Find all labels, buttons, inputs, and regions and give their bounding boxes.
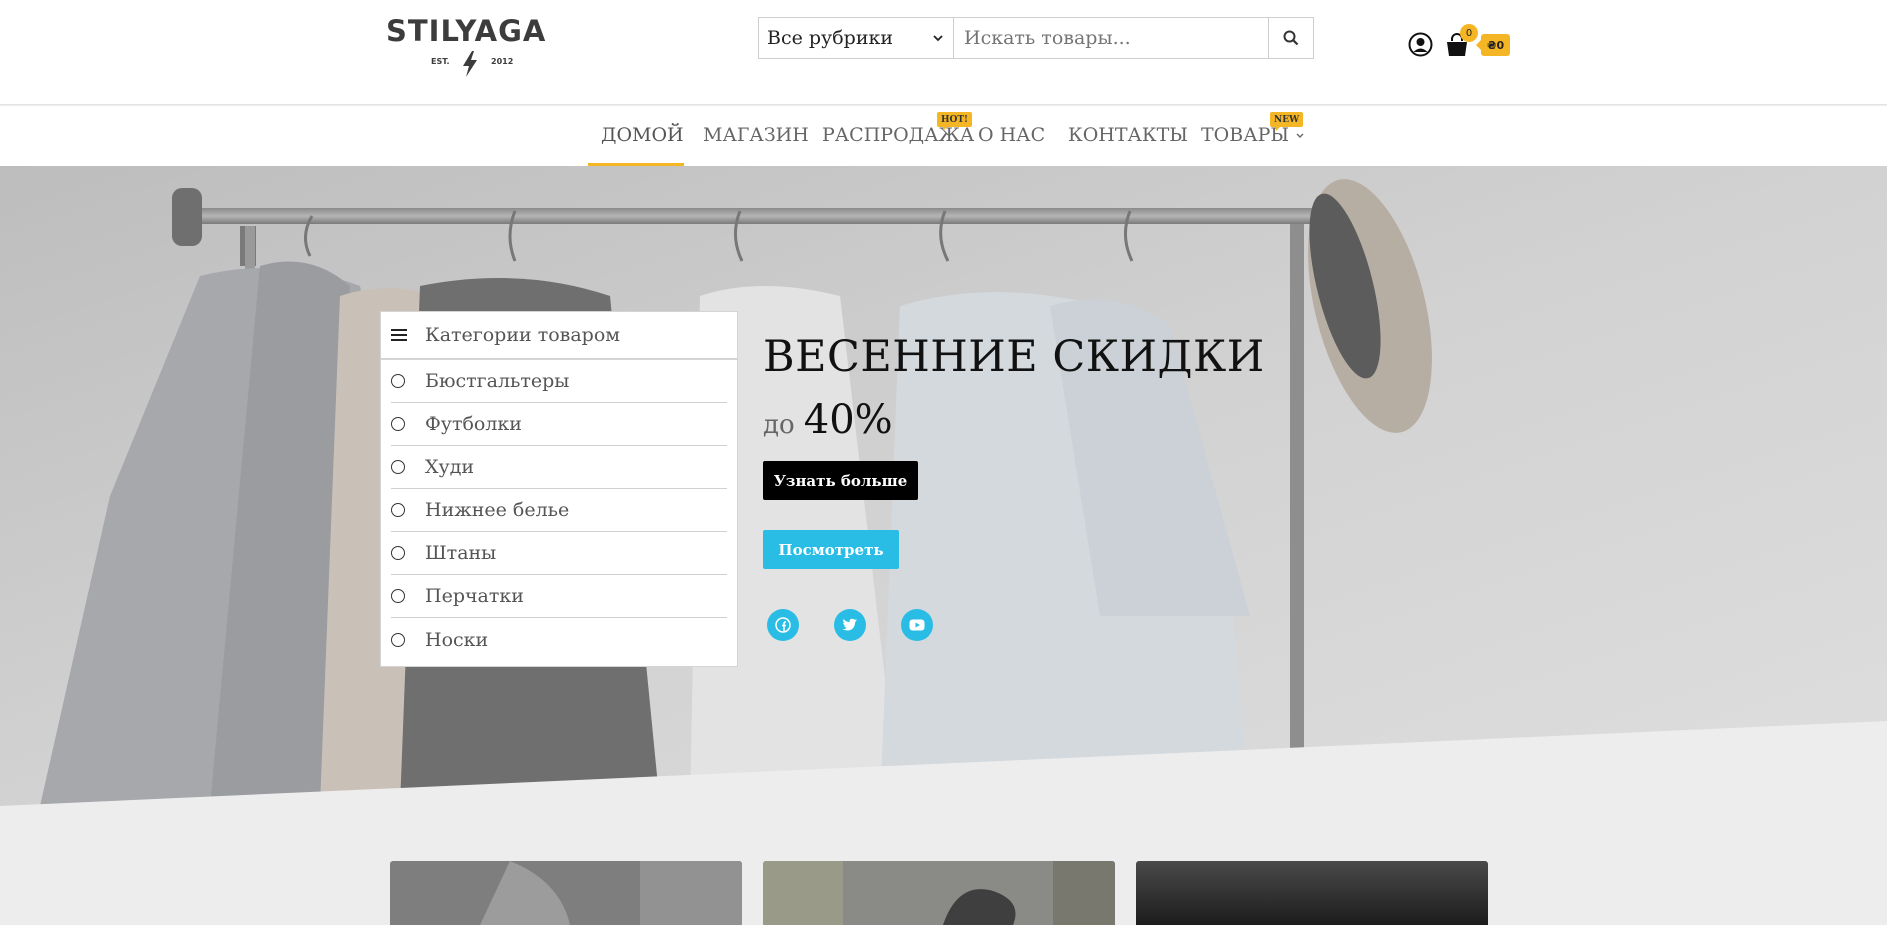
category-label: Худи xyxy=(425,456,475,478)
account-icon[interactable] xyxy=(1408,32,1433,57)
cart-total[interactable]: ₴0 xyxy=(1475,34,1511,56)
nav-item-about[interactable]: О нас xyxy=(978,124,1045,146)
logo-wordmark: STILYAGA xyxy=(386,14,547,48)
chevron-down-icon xyxy=(1296,133,1304,138)
search-icon xyxy=(1283,30,1299,46)
chevron-down-icon xyxy=(933,35,943,42)
category-label: Штаны xyxy=(425,542,497,564)
youtube-icon xyxy=(909,619,925,631)
circle-icon xyxy=(391,546,405,560)
twitter-icon xyxy=(842,618,857,631)
twitter-button[interactable] xyxy=(834,609,866,641)
search-input[interactable] xyxy=(954,18,1268,58)
circle-icon xyxy=(391,632,405,647)
category-item[interactable]: Футболки xyxy=(391,403,727,446)
facebook-button[interactable] xyxy=(767,609,799,641)
youtube-button[interactable] xyxy=(901,609,933,641)
category-select-value: Все рубрики xyxy=(767,27,894,49)
promo-card-image[interactable] xyxy=(1136,861,1488,925)
nav-item-products[interactable]: Товары xyxy=(1201,124,1305,146)
product-search: Все рубрики xyxy=(758,17,1314,59)
category-item[interactable]: Перчатки xyxy=(391,575,727,618)
lightning-icon xyxy=(463,51,477,77)
categories-header[interactable]: Категории товаром xyxy=(381,312,737,360)
circle-icon xyxy=(391,417,405,431)
category-item[interactable]: Носки xyxy=(391,618,727,661)
category-item[interactable]: Худи xyxy=(391,446,727,489)
circle-icon xyxy=(391,374,405,388)
view-button[interactable]: Посмотреть xyxy=(763,530,899,569)
product-categories-panel: Категории товаром Бюстгальтеры Футболки … xyxy=(380,311,738,667)
new-badge: NEW xyxy=(1270,112,1304,131)
hero-discount: до 40% xyxy=(763,397,893,443)
category-item[interactable]: Нижнее белье xyxy=(391,489,727,532)
hero-title: ВЕСЕННИЕ СКИДКИ xyxy=(763,332,1265,382)
hero-banner xyxy=(0,166,1887,806)
nav-item-sale[interactable]: Распродажа xyxy=(822,124,974,146)
category-select[interactable]: Все рубрики xyxy=(759,18,954,58)
hero-bottom-slant xyxy=(0,721,1887,806)
site-logo[interactable]: STILYAGA EST. 2012 xyxy=(386,14,552,77)
category-item[interactable]: Штаны xyxy=(391,532,727,575)
category-label: Нижнее белье xyxy=(425,499,570,521)
logo-est: EST. xyxy=(431,57,450,66)
site-header: STILYAGA EST. 2012 Все рубрики Искать то… xyxy=(0,0,1887,105)
category-label: Бюстгальтеры xyxy=(425,370,570,392)
learn-more-button[interactable]: Узнать больше xyxy=(763,461,918,500)
hero-upto: до xyxy=(763,410,795,440)
logo-subline: EST. 2012 xyxy=(386,51,552,77)
hot-badge: HOT! xyxy=(937,112,972,131)
category-label: Носки xyxy=(425,628,489,651)
category-item[interactable]: Бюстгальтеры xyxy=(391,360,727,403)
nav-item-contacts[interactable]: Контакты xyxy=(1068,124,1188,146)
menu-icon xyxy=(391,329,407,341)
promo-card-image[interactable] xyxy=(390,861,742,925)
logo-year: 2012 xyxy=(491,57,514,66)
category-label: Перчатки xyxy=(425,585,524,607)
circle-icon xyxy=(391,503,405,517)
circle-icon xyxy=(391,460,405,474)
categories-title: Категории товаром xyxy=(425,324,621,346)
search-button[interactable] xyxy=(1268,18,1313,58)
nav-item-shop[interactable]: Магазин xyxy=(703,124,809,146)
hero-percent: 40% xyxy=(803,397,893,443)
promo-card-image[interactable] xyxy=(763,861,1115,925)
circle-icon xyxy=(391,589,405,603)
category-label: Футболки xyxy=(425,413,522,435)
nav-item-home[interactable]: Домой xyxy=(601,124,684,146)
facebook-icon xyxy=(775,617,791,633)
